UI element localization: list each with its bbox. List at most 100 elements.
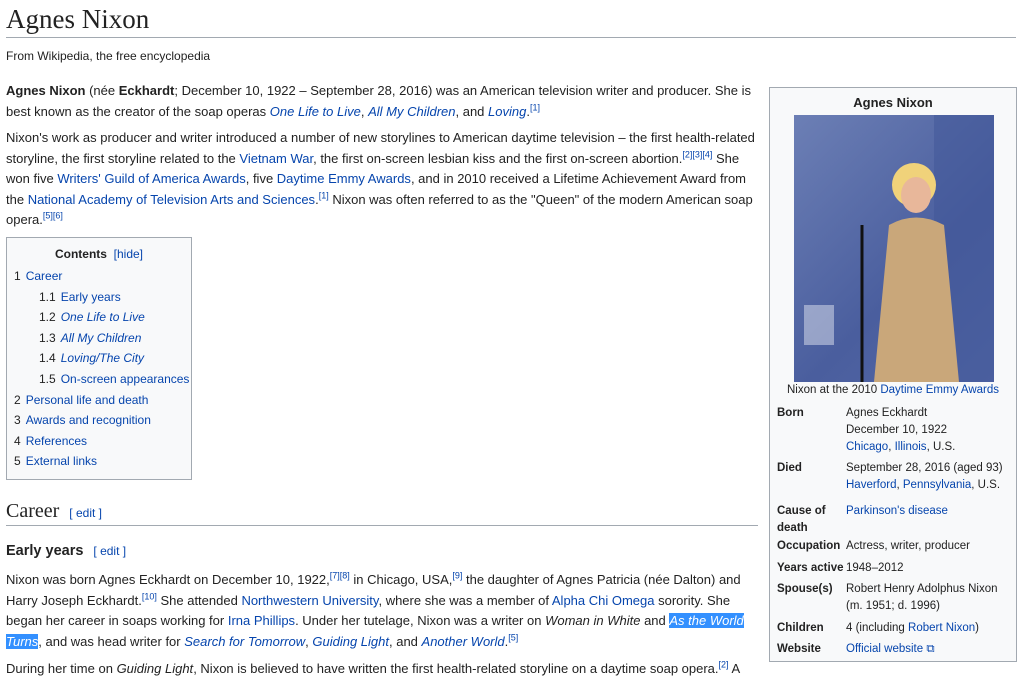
article-link[interactable]: All My Children <box>368 104 455 119</box>
toc-item[interactable]: 1.3 All My Children <box>39 331 141 345</box>
infobox-value: 4 (including Robert Nixon) <box>846 620 1016 637</box>
toc-item-link[interactable]: Early years <box>61 290 121 304</box>
citation-link[interactable]: [1] <box>530 102 540 112</box>
page-title: Agnes Nixon <box>6 4 1016 38</box>
citation-link[interactable]: [7][8] <box>330 571 350 581</box>
toc-item[interactable]: 1.2 One Life to Live <box>39 310 145 324</box>
article-link[interactable]: Northwestern University <box>241 593 378 608</box>
career-edit-link[interactable]: [ edit ] <box>69 506 102 520</box>
infobox-value: Agnes Eckhardt December 10, 1922 Chicago , … <box>846 405 1016 456</box>
text-span: , the first on-screen lesbian kiss and t… <box>313 150 683 166</box>
toc-item-link[interactable]: References <box>26 434 87 448</box>
toc-item-number: 1.5 <box>39 372 56 386</box>
article-link[interactable]: Loving <box>488 104 526 119</box>
text-span: in Chicago, USA, <box>349 572 453 587</box>
portrait-photo[interactable] <box>794 115 994 382</box>
toc-item-link[interactable]: Personal life and death <box>26 393 149 407</box>
infobox: Agnes Nixon Nixon at the 2010 Daytime Em… <box>769 87 1017 662</box>
toc-item[interactable]: 3 Awards and recognition <box>14 413 151 427</box>
text-span: She attended <box>156 592 242 608</box>
infobox-label: Born <box>777 407 804 419</box>
text-span: , and <box>455 103 489 119</box>
infobox-label: Years active <box>777 562 844 574</box>
article-link[interactable]: Irna Phillips <box>228 613 295 628</box>
article-link[interactable]: Vietnam War <box>239 151 313 166</box>
toc-item-link[interactable]: On-screen appearances <box>61 372 190 386</box>
article-link[interactable]: Haverford <box>846 479 897 491</box>
toc-item[interactable]: 5 External links <box>14 454 97 468</box>
citation-link[interactable]: [5] <box>508 632 518 642</box>
article-link[interactable]: Alpha Chi Omega <box>552 593 655 608</box>
caption-link[interactable]: Daytime Emmy Awards <box>880 384 999 396</box>
article-link[interactable]: Illinois <box>895 441 927 453</box>
toc-item-link[interactable]: Awards and recognition <box>26 413 151 427</box>
text-span: Agnes Eckhardt <box>846 407 928 419</box>
citation-link[interactable]: [9] <box>452 571 462 581</box>
toc-item[interactable]: 1 Career <box>14 269 62 283</box>
infobox-value: Parkinson's disease <box>846 503 1016 520</box>
toc-item-number: 1.2 <box>39 310 56 325</box>
text-span: December 10, 1922 <box>846 424 948 436</box>
text-span: , <box>360 103 369 119</box>
text-span: (née <box>85 83 119 98</box>
toc-item[interactable]: 2 Personal life and death <box>14 393 148 407</box>
infobox-label: Cause of death <box>777 505 826 534</box>
toc-hide-link[interactable]: [hide] <box>114 247 143 261</box>
article-link[interactable]: Chicago <box>846 441 888 453</box>
article-link[interactable]: Robert Nixon <box>908 622 975 634</box>
section-career-heading: Career [ edit ] <box>6 500 758 526</box>
toc-item-link[interactable]: All My Children <box>61 331 142 345</box>
article-link[interactable]: Guiding Light <box>312 634 389 649</box>
citation-link[interactable]: [10] <box>142 591 157 601</box>
toc-item-number: 1.3 <box>39 330 56 345</box>
toc-item-number: 2 <box>14 392 21 407</box>
early-years-paragraph-1: Nixon was born Agnes Eckhardt on Decembe… <box>6 570 756 652</box>
text-span: (m. 1951; d. 1996) <box>846 600 940 612</box>
toc-item-link[interactable]: External links <box>26 454 97 468</box>
toc-item[interactable]: 1.1 Early years <box>39 290 121 304</box>
citation-link[interactable]: [1] <box>319 190 329 200</box>
article-link[interactable]: One Life to Live <box>270 104 361 119</box>
text-span: Robert Henry Adolphus Nixon <box>846 583 998 595</box>
article-link[interactable]: Official website ⧉ <box>846 643 935 655</box>
toc-item-number: 4 <box>14 433 21 448</box>
infobox-value: Official website ⧉ <box>846 641 1016 658</box>
article-link[interactable]: Parkinson's disease <box>846 505 948 517</box>
article-link[interactable]: National Academy of Television Arts and … <box>28 192 315 207</box>
toc-item-number: 1 <box>14 269 21 283</box>
infobox-label: Spouse(s) <box>777 583 833 595</box>
citation-link[interactable]: [5][6] <box>43 211 63 221</box>
article-link[interactable]: Daytime Emmy Awards <box>277 171 411 186</box>
article-link[interactable]: Pennsylvania <box>903 479 971 491</box>
toc-item-link[interactable]: One Life to Live <box>61 310 145 324</box>
article-link[interactable]: Search for Tomorrow <box>184 634 305 649</box>
career-heading-text: Career <box>6 500 60 522</box>
lead-paragraph-2: Nixon's work as producer and writer intr… <box>6 128 756 231</box>
toc-item-number: 5 <box>14 454 21 469</box>
text-span: , and <box>389 633 422 649</box>
toc-item-link[interactable]: Loving/The City <box>61 351 144 365</box>
toc-item[interactable]: 1.4 Loving/The City <box>39 351 144 365</box>
text-span: Woman in White <box>545 613 641 628</box>
section-early-years-heading: Early years [ edit ] <box>6 543 126 559</box>
table-of-contents: Contents [hide] 1 Career 1.1 Early years 1.2… <box>6 237 192 480</box>
infobox-label: Website <box>777 643 821 655</box>
infobox-value: September 28, 2016 (aged 93) Haverford, P… <box>846 460 1016 494</box>
infobox-value: Robert Henry Adolphus Nixon (m. 1951; d. … <box>846 581 1016 615</box>
text-span: , where she was a member of <box>378 592 552 608</box>
citation-link[interactable]: [2] <box>719 660 729 670</box>
text-span: 1948–2012 <box>846 562 904 574</box>
text-span: September 28, 2016 (aged 93) <box>846 462 1003 474</box>
lead-paragraph-1: Agnes Nixon (née Eckhardt; December 10, … <box>6 81 756 122</box>
citation-link[interactable]: [2][3][4] <box>682 149 712 159</box>
article-link[interactable]: Another World <box>422 634 505 649</box>
toc-item-link[interactable]: Career <box>26 269 63 283</box>
article-link[interactable]: Writers' Guild of America Awards <box>57 171 245 186</box>
infobox-title: Agnes Nixon <box>853 95 933 110</box>
toc-item-number: 1.1 <box>39 289 56 304</box>
early-years-edit-link[interactable]: [ edit ] <box>93 544 126 558</box>
text-span: Guiding Light <box>116 661 194 676</box>
toc-item[interactable]: 1.5 On-screen appearances <box>39 372 189 386</box>
toc-item[interactable]: 4 References <box>14 434 87 448</box>
early-years-paragraph-2: During her time on Guiding Light, Nixon … <box>6 659 756 680</box>
